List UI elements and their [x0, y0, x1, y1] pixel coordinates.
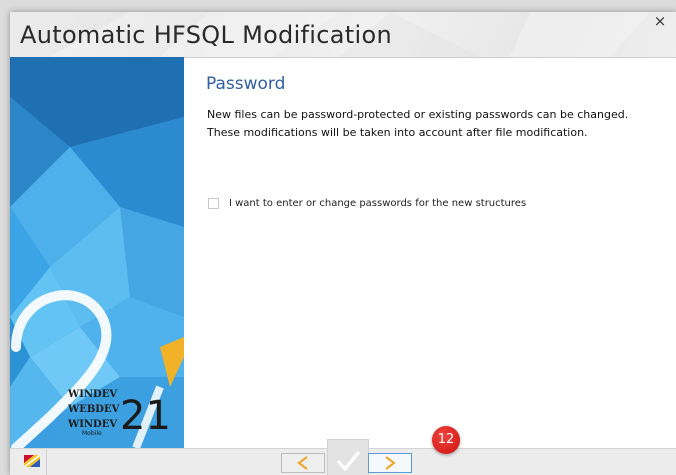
password-checkbox-label[interactable]: I want to enter or change passwords for …	[229, 198, 526, 209]
sidebar-artwork: WINDEV WEBDEV WINDEV Mobile 21	[10, 57, 184, 448]
wizard-footer	[10, 439, 676, 475]
brand-mobile-label: Mobile	[82, 430, 102, 437]
description-line-2: These modifications will be taken into a…	[207, 126, 588, 139]
password-option[interactable]: I want to enter or change passwords for …	[208, 198, 526, 209]
checkmark-icon	[337, 451, 360, 471]
next-button[interactable]	[368, 453, 412, 473]
brand-name-3: WINDEV	[67, 419, 117, 430]
sidebar-banner: WINDEV WEBDEV WINDEV Mobile 21	[10, 57, 184, 448]
brand-name-2: WEBDEV	[67, 404, 120, 415]
title-bar: Automatic HFSQL Modification ×	[10, 12, 676, 58]
wizard-content: Password New files can be password-prote…	[184, 57, 676, 448]
footer-divider	[46, 449, 47, 475]
password-checkbox[interactable]	[208, 198, 219, 209]
wizard-window: Automatic HFSQL Modification × WINDEV WE…	[10, 12, 676, 475]
chevron-left-icon	[297, 456, 308, 470]
page-description: New files can be password-protected or e…	[207, 106, 667, 142]
step-badge: 12	[432, 426, 460, 454]
brand-name-1: WINDEV	[67, 389, 117, 400]
version-number: 21	[120, 393, 171, 439]
flag-icon[interactable]	[24, 455, 40, 467]
previous-button[interactable]	[281, 453, 325, 473]
window-title: Automatic HFSQL Modification	[20, 21, 392, 49]
finish-button[interactable]	[327, 439, 369, 475]
page-heading: Password	[206, 74, 286, 94]
close-icon[interactable]: ×	[652, 13, 668, 29]
chevron-right-icon	[385, 456, 396, 470]
description-line-1: New files can be password-protected or e…	[207, 108, 629, 121]
